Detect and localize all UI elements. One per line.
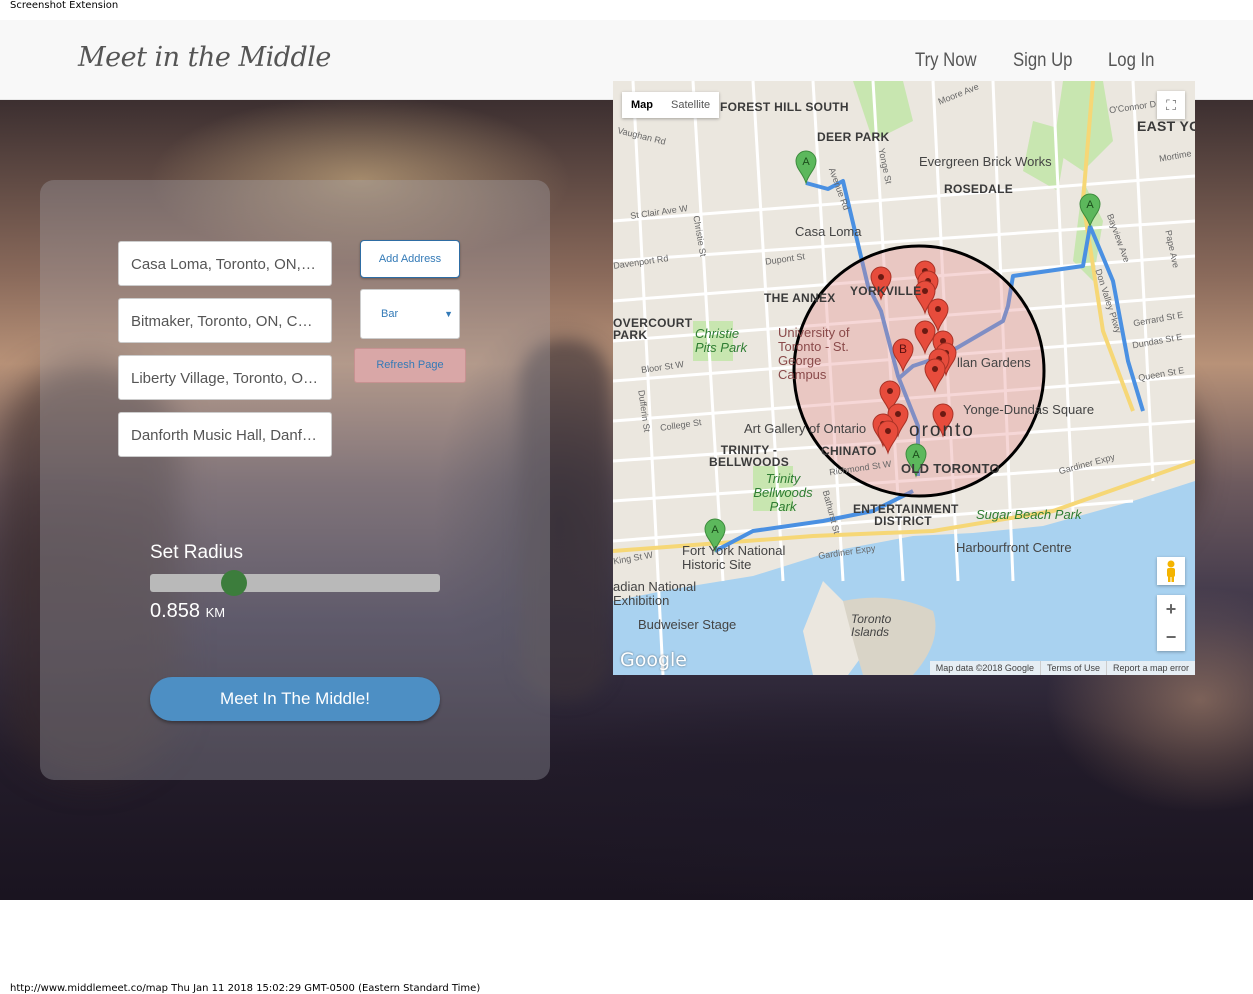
radius-slider[interactable]: [150, 570, 440, 596]
address-input-1[interactable]: Casa Loma, Toronto, ON, Canada: [118, 241, 332, 286]
start-marker-letter: A: [1086, 199, 1094, 211]
map-label-forest-hill: FOREST HILL SOUTH: [720, 100, 849, 114]
map-label-harbourfront: Harbourfront Centre: [956, 540, 1072, 555]
start-marker-letter: A: [912, 449, 920, 461]
map-label-the-annex: THE ANNEX: [764, 291, 836, 305]
radius-unit: KM: [205, 605, 226, 620]
map-label-cne: adian National Exhibition: [613, 579, 697, 608]
radius-slider-handle[interactable]: [221, 570, 247, 596]
address-input-3[interactable]: Liberty Village, Toronto, ON, Canada: [118, 355, 332, 400]
map-label-trinity: TRINITY - BELLWOODS: [709, 443, 790, 469]
map-label-toronto: oronto: [909, 420, 975, 441]
map-label-yonge-dundas: Yonge-Dundas Square: [963, 402, 1095, 417]
address-input-4[interactable]: Danforth Music Hall, Danforth Avenue: [118, 412, 332, 457]
map-label-yorkville: YORKVILLE: [850, 284, 922, 298]
add-address-button[interactable]: Add Address: [360, 240, 460, 278]
nav-sign-up[interactable]: Sign Up: [1013, 50, 1072, 72]
map-label-entertainment: ENTERTAINMENT DISTRICT: [853, 502, 959, 528]
radius-label: Set Radius: [150, 542, 243, 563]
map-label-trinity-park: Trinity Bellwoods Park: [753, 471, 813, 514]
map-label-casa-loma: Casa Loma: [795, 224, 862, 239]
map-label-sugar-beach: Sugar Beach Park: [976, 507, 1082, 522]
map-data-credit: Map data ©2018 Google: [935, 663, 1034, 673]
map-label-evergreen: Evergreen Brick Works: [919, 154, 1052, 169]
map-label-ago: Art Gallery of Ontario: [744, 421, 867, 436]
meet-in-the-middle-button[interactable]: Meet In The Middle!: [150, 677, 440, 721]
radius-value: 0.858 KM: [150, 600, 225, 623]
map-label-east-york: EAST YO: [1137, 118, 1195, 134]
map-label-rosedale: ROSEDALE: [944, 182, 1014, 196]
street-view-pegman-icon[interactable]: [1157, 557, 1185, 585]
map-type-control: Map Satellite: [622, 92, 720, 118]
map-label-deer-park: DEER PARK: [817, 130, 890, 144]
map-label-allan-gardens: llan Gardens: [957, 355, 1031, 370]
fullscreen-icon[interactable]: ⛶: [1157, 91, 1185, 119]
nav-links: Try Now Sign Up Log In: [915, 50, 1161, 72]
center-marker-letter: B: [899, 342, 907, 356]
map-label-old-toronto: OLD TORONTO: [901, 461, 1000, 476]
map-attribution: Map data ©2018 Google Terms of Use Repor…: [929, 661, 1195, 675]
zoom-in-icon[interactable]: +: [1157, 595, 1185, 623]
zoom-control: + −: [1157, 595, 1185, 651]
page-url-caption: http://www.middlemeet.co/map Thu Jan 11 …: [10, 983, 481, 994]
screenshot-caption: Screenshot Extension: [10, 0, 119, 11]
start-marker-a[interactable]: A: [795, 150, 817, 185]
zoom-out-icon[interactable]: −: [1157, 623, 1185, 651]
refresh-page-button[interactable]: Refresh Page: [354, 348, 466, 383]
category-select-value: Bar: [381, 308, 399, 320]
start-marker-letter: A: [711, 524, 719, 536]
terms-of-use-link[interactable]: Terms of Use: [1039, 661, 1106, 675]
radius-number: 0.858: [150, 600, 201, 622]
chevron-down-icon: ▼: [444, 309, 453, 319]
nav-try-now[interactable]: Try Now: [915, 50, 977, 72]
map-type-map-button[interactable]: Map: [622, 92, 662, 118]
google-logo: Google: [620, 649, 688, 671]
map-label-chinatown: CHINATO: [821, 444, 877, 458]
category-select[interactable]: Bar ▼: [360, 289, 460, 339]
map-view[interactable]: A A A A B FOREST HILL SOUTH DEER PARK Ev…: [613, 81, 1195, 675]
map-label-overcourt: OVERCOURT PARK: [613, 316, 693, 342]
address-input-2[interactable]: Bitmaker, Toronto, ON, Canada: [118, 298, 332, 343]
report-map-error-link[interactable]: Report a map error: [1105, 661, 1195, 675]
nav-log-in[interactable]: Log In: [1108, 50, 1154, 72]
search-panel: Casa Loma, Toronto, ON, Canada Bitmaker,…: [40, 180, 550, 780]
start-marker-letter: A: [802, 156, 810, 168]
map-label-christie-pits: Christie Pits Park: [695, 326, 748, 355]
map-label-budweiser: Budweiser Stage: [638, 617, 737, 632]
map-type-satellite-button[interactable]: Satellite: [662, 92, 719, 118]
map-label-islands: Toronto Islands: [851, 612, 892, 639]
map-label-fort-york: Fort York National Historic Site: [682, 543, 786, 572]
brand-logo[interactable]: Meet in the Middle: [78, 42, 331, 73]
map-label-uoft: University of Toronto - St. George Campu…: [778, 325, 850, 382]
